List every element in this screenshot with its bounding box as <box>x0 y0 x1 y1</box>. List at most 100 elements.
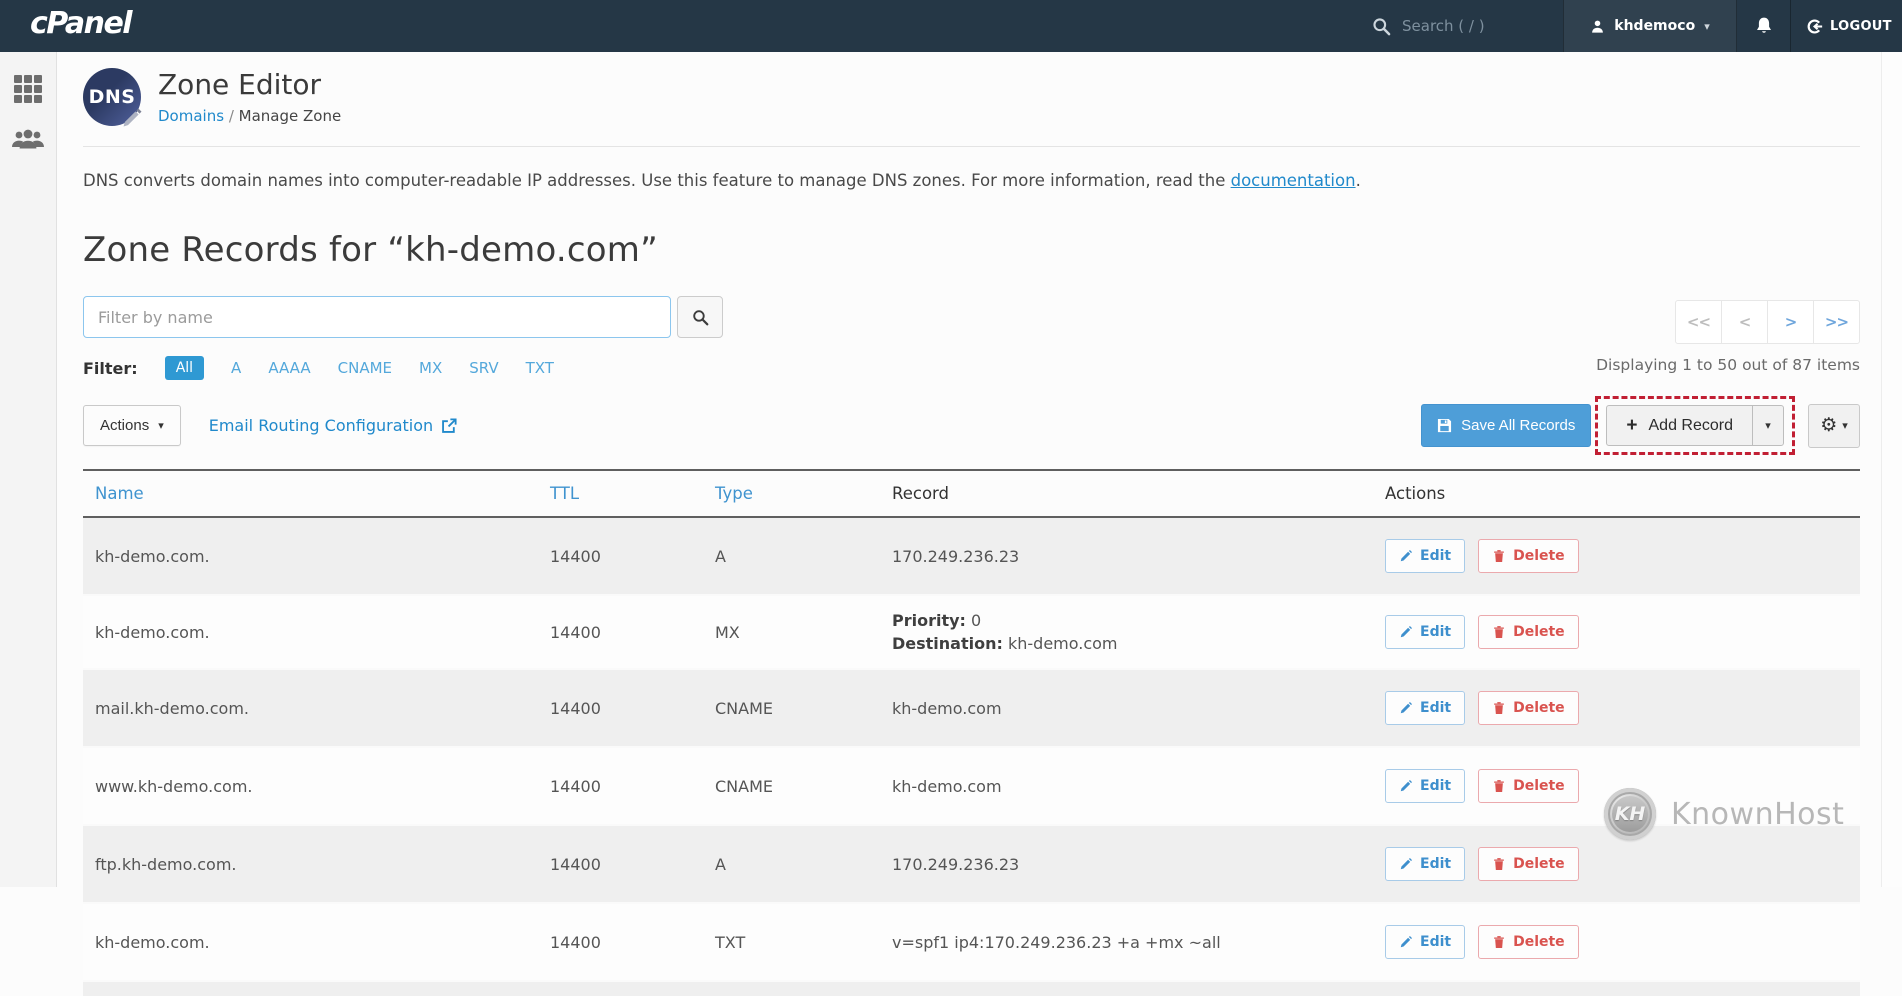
save-icon <box>1438 418 1452 433</box>
edit-label: Edit <box>1420 548 1452 564</box>
add-record-button[interactable]: + Add Record <box>1606 405 1753 446</box>
edit-button[interactable]: Edit <box>1385 925 1466 960</box>
pencil-icon <box>1400 780 1413 792</box>
documentation-link[interactable]: documentation <box>1231 171 1356 190</box>
record-value: v=spf1 ip4:170.249.236.23 +a +mx ~all <box>880 902 1373 982</box>
edit-label: Edit <box>1420 624 1452 641</box>
user-icon <box>1592 20 1604 33</box>
filter-option-cname[interactable]: CNAME <box>338 359 392 377</box>
notifications-button[interactable] <box>1737 0 1791 52</box>
pagination: << < > >> <box>1675 300 1860 344</box>
logout-icon <box>1807 18 1823 34</box>
pagination-next-button[interactable]: > <box>1767 300 1814 344</box>
feature-description-suffix: . <box>1355 171 1361 190</box>
pagination-first-button[interactable]: << <box>1675 300 1722 344</box>
record-type: CNAME <box>703 746 880 826</box>
save-all-records-label: Save All Records <box>1461 417 1576 434</box>
breadcrumb-separator: / <box>228 106 234 125</box>
cpanel-logo[interactable]: cPanel <box>30 6 133 41</box>
filter-option-all[interactable]: All <box>164 356 205 380</box>
filter-option-a[interactable]: A <box>231 359 241 377</box>
filter-option-srv[interactable]: SRV <box>469 359 498 377</box>
filter-label: Filter: <box>83 358 138 378</box>
sidebar-item-tools[interactable] <box>0 74 56 104</box>
navbar-search-placeholder: Search ( / ) <box>1402 17 1485 35</box>
user-menu[interactable]: khdemoco ▾ <box>1563 0 1737 52</box>
filter-by-name-input[interactable] <box>83 296 671 338</box>
feature-description-text: DNS converts domain names into computer-… <box>83 171 1231 190</box>
record-type: A <box>703 516 880 595</box>
pagination-last-button[interactable]: >> <box>1813 300 1860 344</box>
record-name: mail.kh-demo.com. <box>83 668 538 748</box>
breadcrumb-current: Manage Zone <box>238 106 342 125</box>
sidebar-item-users[interactable] <box>0 126 56 154</box>
delete-button[interactable]: Delete <box>1478 925 1579 960</box>
edit-label: Edit <box>1420 700 1452 717</box>
priority-label: Priority: <box>892 611 966 630</box>
navbar-search[interactable]: Search ( / ) <box>1372 0 1485 52</box>
pagination-prev-button[interactable]: < <box>1721 300 1768 344</box>
chevron-down-icon: ▾ <box>1842 420 1848 432</box>
delete-button[interactable]: Delete <box>1478 769 1579 804</box>
actions-dropdown-button[interactable]: Actions ▾ <box>83 405 181 446</box>
table-row-partial <box>83 980 1860 996</box>
edit-label: Edit <box>1420 778 1452 795</box>
top-navbar: cPanel Search ( / ) khdemoco ▾ LOGOUT <box>0 0 1902 52</box>
trash-icon <box>1494 936 1504 949</box>
delete-label: Delete <box>1513 856 1565 873</box>
add-record-dropdown-toggle[interactable]: ▾ <box>1752 405 1784 446</box>
edit-button[interactable]: Edit <box>1385 615 1466 650</box>
delete-label: Delete <box>1513 934 1565 951</box>
pencil-icon <box>1400 626 1413 638</box>
record-value: Priority: 0 Destination: kh-demo.com <box>880 593 1373 670</box>
edit-button[interactable]: Edit <box>1385 847 1466 882</box>
column-header-ttl[interactable]: TTL <box>538 469 703 518</box>
edit-label: Edit <box>1420 856 1452 873</box>
add-record-label: Add Record <box>1648 416 1734 434</box>
delete-button[interactable]: Delete <box>1478 615 1579 650</box>
table-row: kh-demo.com. 14400 MX Priority: 0 Destin… <box>83 593 1860 670</box>
table-row: kh-demo.com. 14400 A 170.249.236.23 Edit… <box>83 516 1860 595</box>
edit-button[interactable]: Edit <box>1385 769 1466 804</box>
breadcrumb-domains-link[interactable]: Domains <box>158 107 224 125</box>
pencil-icon <box>1400 702 1413 714</box>
record-ttl: 14400 <box>538 516 703 595</box>
email-routing-configuration-link[interactable]: Email Routing Configuration <box>209 416 457 435</box>
record-value: kh-demo.com <box>880 668 1373 748</box>
delete-button[interactable]: Delete <box>1478 539 1579 573</box>
email-routing-label: Email Routing Configuration <box>208 416 434 435</box>
main-content: DNS Zone Editor Domains / Manage Zone DN… <box>57 52 1902 996</box>
column-header-name[interactable]: Name <box>83 469 538 518</box>
record-value: 170.249.236.23 <box>880 824 1373 904</box>
record-value: 170.249.236.23 <box>880 516 1373 595</box>
table-settings-button[interactable]: ⚙ ▾ <box>1808 403 1860 448</box>
filter-search-button[interactable] <box>677 296 723 338</box>
page-title: Zone Editor <box>158 68 322 102</box>
delete-button[interactable]: Delete <box>1478 691 1579 726</box>
filter-option-txt[interactable]: TXT <box>526 359 554 377</box>
breadcrumb: Domains / Manage Zone <box>158 107 341 125</box>
filter-controls: Filter: All A AAAA CNAME MX SRV TXT << <… <box>83 296 1860 380</box>
record-ttl: 14400 <box>538 902 703 982</box>
delete-button[interactable]: Delete <box>1478 847 1579 882</box>
delete-label: Delete <box>1513 700 1565 717</box>
record-ttl: 14400 <box>538 824 703 904</box>
external-link-icon <box>442 417 457 433</box>
record-ttl: 14400 <box>538 593 703 670</box>
bell-icon <box>1756 17 1771 33</box>
table-row: kh-demo.com. 14400 TXT v=spf1 ip4:170.24… <box>83 902 1860 982</box>
column-header-type[interactable]: Type <box>703 469 880 518</box>
grid-icon <box>14 75 42 103</box>
save-all-records-button[interactable]: Save All Records <box>1421 404 1592 447</box>
edit-button[interactable]: Edit <box>1385 539 1466 573</box>
logout-button[interactable]: LOGOUT <box>1806 0 1892 52</box>
record-name: ftp.kh-demo.com. <box>83 824 538 904</box>
zone-records-heading: Zone Records for “kh-demo.com” <box>83 230 658 270</box>
filter-option-aaaa[interactable]: AAAA <box>268 359 310 377</box>
edit-button[interactable]: Edit <box>1385 691 1466 726</box>
pencil-icon <box>123 108 142 127</box>
chevron-down-icon: ▾ <box>1765 420 1771 432</box>
records-toolbar: Actions ▾ Email Routing Configuration Sa… <box>83 396 1860 455</box>
filter-option-mx[interactable]: MX <box>419 359 442 377</box>
chevron-down-icon: ▾ <box>1704 19 1710 33</box>
